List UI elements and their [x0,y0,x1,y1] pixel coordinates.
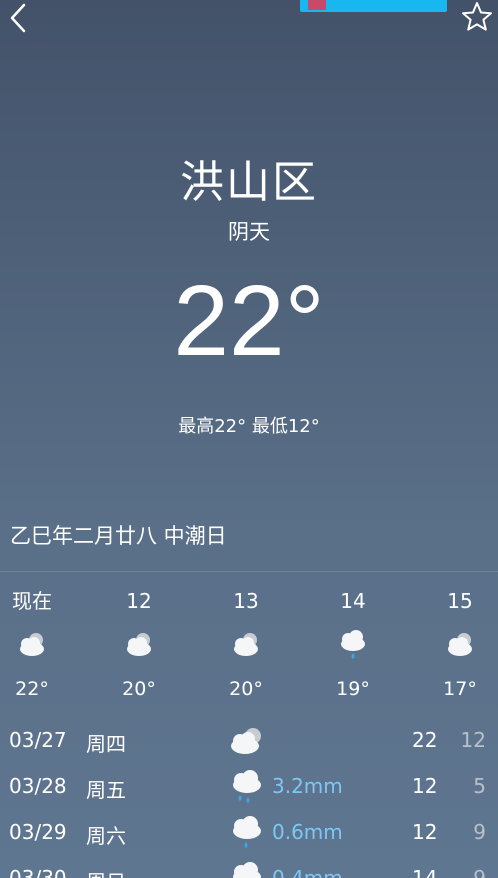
current-temperature: 22° [173,265,325,377]
chevron-left-icon [10,3,26,33]
cloudy-icon [99,616,179,674]
ad-banner[interactable] [300,0,447,12]
hourly-forecast[interactable]: 现在 22° 12 20° 13 20° 14 19° 15 17° [0,586,498,706]
lunar-date: 乙巳年二月廿八 中潮日 [10,524,227,548]
day-weekday: 周四 [86,732,126,756]
day-date: 03/30 [9,866,67,878]
ad-thumbnail [308,0,326,10]
day-date: 03/29 [9,820,67,844]
hourly-item: 14 19° [313,586,393,704]
day-low: 9 [473,820,486,844]
back-button[interactable] [4,0,36,36]
day-weekday: 周六 [86,824,126,848]
day-high: 12 [412,774,438,798]
day-precipitation: 3.2mm [272,774,343,798]
daily-forecast[interactable]: 03/27 周四 22 12 03/28 周五 3.2mm 12 5 03/29… [0,720,498,878]
day-precipitation: 0.6mm [272,820,343,844]
hour-label: 14 [340,589,366,613]
hourly-item: 现在 22° [0,586,72,704]
day-weekday: 周日 [86,866,126,878]
hour-label: 13 [233,589,259,613]
light-rain-icon [227,860,267,878]
daily-row[interactable]: 03/28 周五 3.2mm 12 5 [0,766,498,812]
light-rain-icon [227,814,267,852]
cloudy-icon [227,722,267,760]
cloudy-icon [0,616,72,674]
day-high: 12 [412,820,438,844]
hour-label: 现在 [12,589,52,613]
top-bar [0,0,498,40]
hourly-item: 13 20° [206,586,286,704]
daily-row[interactable]: 03/29 周六 0.6mm 12 9 [0,812,498,858]
day-precipitation: 0.4mm [272,866,343,878]
hour-temperature: 19° [336,678,370,700]
day-low: 9 [473,866,486,878]
cloudy-icon [420,616,498,674]
city-name: 洪山区 [180,157,318,208]
day-low: 12 [460,728,486,752]
day-high: 14 [412,866,438,878]
rain-icon [227,768,267,806]
hour-temperature: 20° [122,678,156,700]
hour-temperature: 22° [15,678,49,700]
hour-label: 15 [447,589,473,613]
day-low: 5 [473,774,486,798]
day-date: 03/28 [9,774,67,798]
day-high: 22 [412,728,438,752]
high-low-temperature: 最高22° 最低12° [178,416,320,437]
hourly-item: 12 20° [99,586,179,704]
divider [0,571,498,572]
hourly-item: 15 17° [420,586,498,704]
light-rain-icon [313,616,393,674]
hour-temperature: 17° [443,678,477,700]
daily-row[interactable]: 03/30 周日 0.4mm 14 9 [0,858,498,878]
hour-label: 12 [126,589,152,613]
hour-temperature: 20° [229,678,263,700]
favorite-button[interactable] [460,0,494,34]
star-outline-icon [462,2,492,31]
daily-row[interactable]: 03/27 周四 22 12 [0,720,498,766]
day-weekday: 周五 [86,778,126,802]
weather-condition: 阴天 [228,220,270,244]
day-date: 03/27 [9,728,67,752]
cloudy-icon [206,616,286,674]
